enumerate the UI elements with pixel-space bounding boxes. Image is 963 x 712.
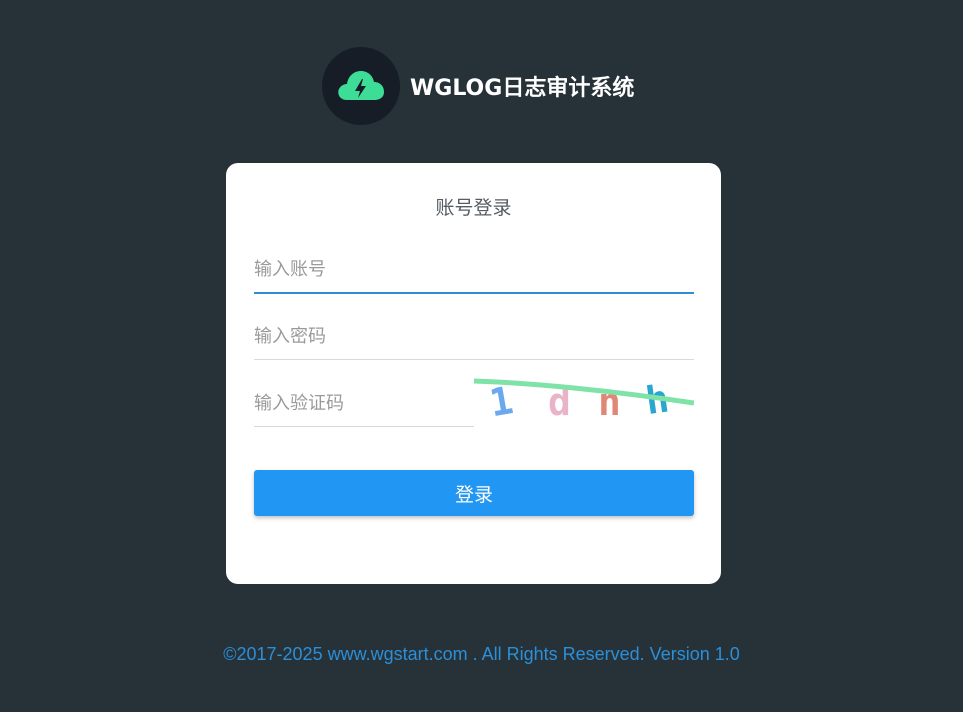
footer-site-link[interactable]: www.wgstart.com — [328, 644, 468, 664]
captcha-image[interactable]: 1 d n h — [474, 373, 694, 425]
login-title: 账号登录 — [435, 197, 512, 219]
username-input[interactable] — [254, 246, 694, 294]
footer-copyright: ©2017-2025 — [223, 644, 328, 664]
logo — [322, 47, 400, 125]
brand-header: WGLOG日志审计系统 — [322, 47, 634, 125]
cloud-lightning-icon — [338, 71, 384, 100]
password-input[interactable] — [254, 313, 694, 360]
app-title: WGLOG日志审计系统 — [410, 76, 635, 101]
captcha-char-3: n — [598, 380, 621, 424]
login-card: 账号登录 1 d n h 登录 — [226, 163, 721, 584]
login-button[interactable]: 登录 — [254, 470, 694, 516]
footer: ©2017-2025 www.wgstart.com . All Rights … — [0, 644, 963, 665]
captcha-input[interactable] — [254, 380, 474, 427]
footer-rights: . All Rights Reserved. Version 1.0 — [467, 644, 740, 664]
